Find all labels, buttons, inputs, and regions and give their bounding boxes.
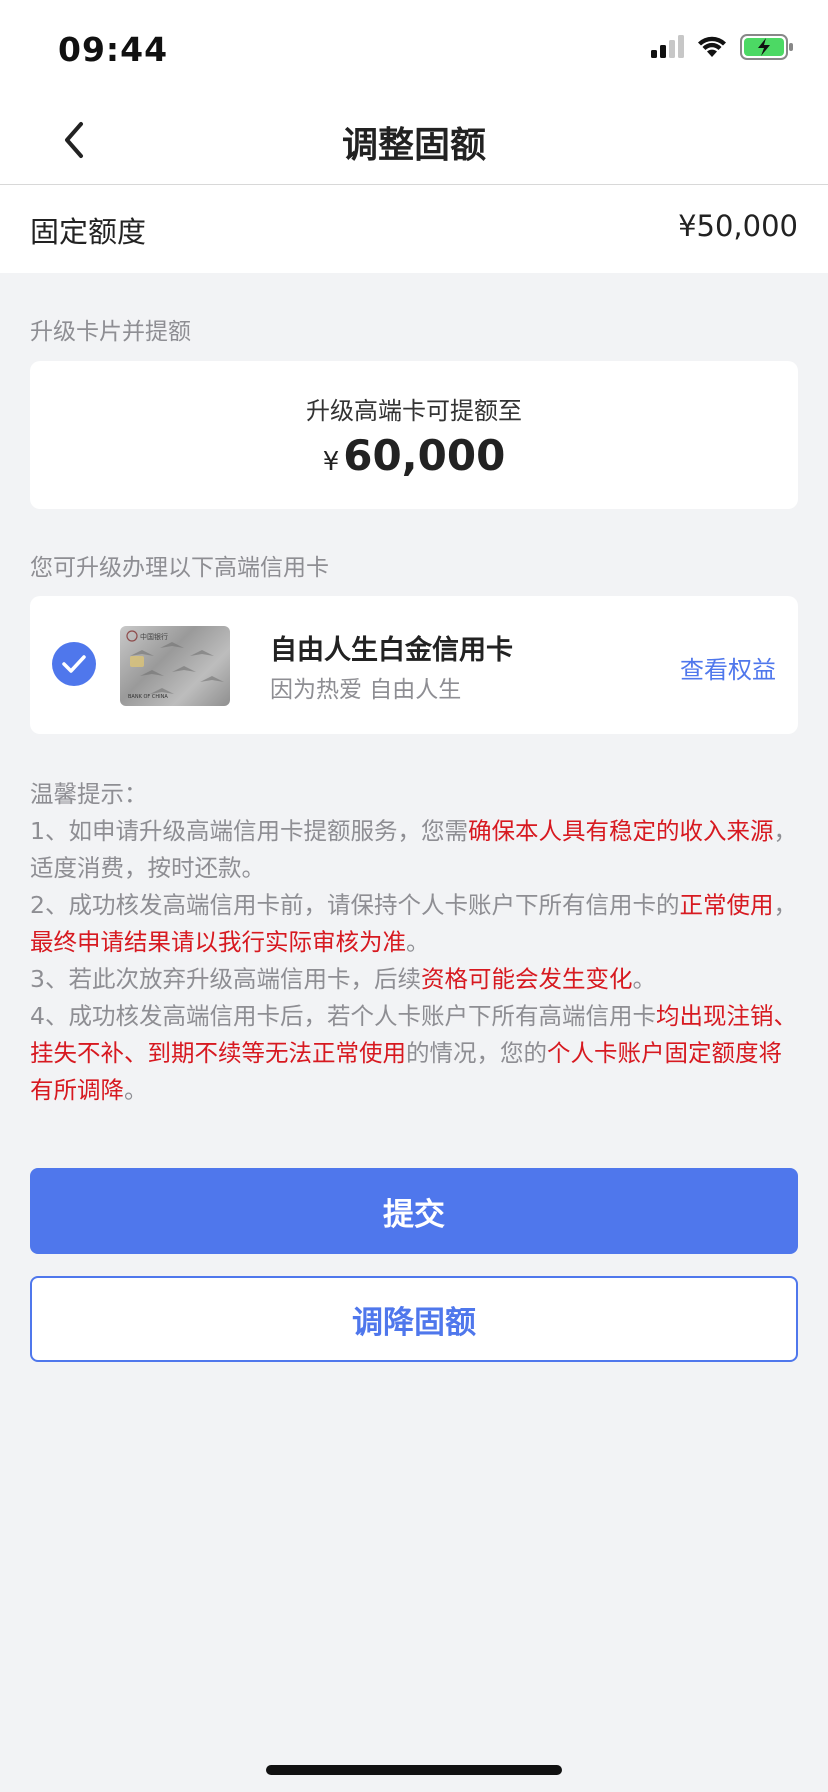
upgrade-caption: 升级高端卡可提额至 bbox=[306, 397, 522, 425]
nav-bar: 调整固额 bbox=[0, 96, 828, 185]
checkbox-checked-icon[interactable] bbox=[52, 642, 96, 686]
currency-symbol: ¥ bbox=[322, 447, 340, 477]
home-indicator[interactable] bbox=[266, 1765, 562, 1775]
tip-highlight: 正常使用 bbox=[679, 891, 774, 919]
tips-section: 温馨提示： 1、如申请升级高端信用卡提额服务，您需确保本人具有稳定的收入来源，适… bbox=[30, 776, 800, 1109]
tip-text: 。 bbox=[124, 1076, 148, 1104]
tip-highlight: 确保本人具有稳定的收入来源 bbox=[467, 817, 774, 845]
upgrade-amount-value: 60,000 bbox=[343, 431, 506, 480]
view-benefits-link[interactable]: 查看权益 bbox=[680, 650, 776, 685]
tip-3: 3、若此次放弃升级高端信用卡，后续资格可能会发生变化。 bbox=[30, 961, 800, 998]
tips-title: 温馨提示： bbox=[30, 780, 148, 808]
status-bar: 09:44 bbox=[0, 0, 828, 96]
tip-text: 3、若此次放弃升级高端信用卡，后续 bbox=[30, 965, 421, 993]
wifi-icon bbox=[698, 36, 726, 57]
cards-section-label: 您可升级办理以下高端信用卡 bbox=[30, 555, 329, 581]
tip-text: 。 bbox=[632, 965, 656, 993]
card-bank-text: 中国银行 bbox=[140, 632, 168, 641]
tip-highlight: 资格可能会发生变化 bbox=[420, 965, 633, 993]
tip-text: 1、如申请升级高端信用卡提额服务，您需 bbox=[30, 817, 468, 845]
tip-2: 2、成功核发高端信用卡前，请保持个人卡账户下所有信用卡的正常使用， 最终申请结果请… bbox=[30, 887, 800, 961]
card-image: 中国银行 BANK OF CHINA bbox=[120, 626, 230, 706]
tip-text: ， bbox=[773, 891, 797, 919]
upgrade-limit-panel: 升级高端卡可提额至 ¥60,000 bbox=[30, 361, 798, 509]
card-option[interactable]: 中国银行 BANK OF CHINA 自由人生白金信用卡 因为热爱 自由人生 查… bbox=[30, 596, 798, 734]
card-slogan: 因为热爱 自由人生 bbox=[270, 677, 462, 703]
fixed-limit-row: 固定额度 ¥50,000 bbox=[0, 185, 828, 273]
status-time: 09:44 bbox=[58, 30, 169, 69]
upgrade-section-label: 升级卡片并提额 bbox=[30, 319, 191, 345]
fixed-limit-label: 固定额度 bbox=[30, 215, 147, 249]
check-icon bbox=[62, 655, 86, 673]
tip-text: 4、成功核发高端信用卡后，若个人卡账户下所有高端信用卡 bbox=[30, 1002, 656, 1030]
status-icons bbox=[650, 34, 794, 60]
tip-4: 4、成功核发高端信用卡后，若个人卡账户下所有高端信用卡均出现注销、挂失不补、到期… bbox=[30, 998, 800, 1109]
card-art: 中国银行 BANK OF CHINA bbox=[126, 630, 224, 700]
lower-limit-button[interactable]: 调降固额 bbox=[30, 1276, 798, 1362]
battery-charging-icon bbox=[740, 34, 793, 60]
upgrade-amount: ¥60,000 bbox=[30, 431, 798, 480]
card-name: 自由人生白金信用卡 bbox=[270, 635, 513, 666]
card-brand-text: BANK OF CHINA bbox=[128, 694, 168, 700]
cellular-signal-icon bbox=[651, 35, 684, 58]
submit-button[interactable]: 提交 bbox=[30, 1168, 798, 1254]
tip-1: 1、如申请升级高端信用卡提额服务，您需确保本人具有稳定的收入来源，适度消费，按时… bbox=[30, 813, 800, 887]
fixed-limit-value: ¥50,000 bbox=[678, 209, 798, 243]
tip-text: 的情况，您的 bbox=[406, 1039, 547, 1067]
page-title: 调整固额 bbox=[341, 125, 486, 166]
tip-highlight: 最终申请结果请以我行实际审核为准 bbox=[30, 928, 406, 956]
tip-text: 。 bbox=[406, 928, 430, 956]
tip-text: 2、成功核发高端信用卡前，请保持个人卡账户下所有信用卡的 bbox=[30, 891, 680, 919]
